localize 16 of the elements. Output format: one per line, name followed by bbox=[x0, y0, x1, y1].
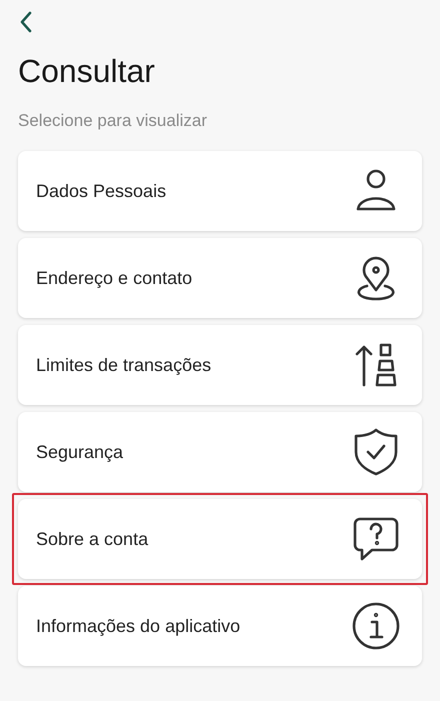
back-icon[interactable] bbox=[18, 10, 34, 34]
menu-item[interactable]: Sobre a conta bbox=[18, 499, 422, 579]
menu-item[interactable]: Endereço e contato bbox=[18, 238, 422, 318]
menu-item[interactable]: Dados Pessoais bbox=[18, 151, 422, 231]
menu-item[interactable]: Segurança bbox=[18, 412, 422, 492]
menu-item-label: Sobre a conta bbox=[36, 528, 148, 550]
menu-item-label: Segurança bbox=[36, 440, 124, 464]
info-icon bbox=[350, 600, 402, 652]
menu-item[interactable]: Limites de transações bbox=[18, 325, 422, 405]
menu-item[interactable]: Informações do aplicativo bbox=[18, 586, 422, 666]
menu-item-label: Endereço e contato bbox=[36, 266, 192, 290]
menu-item-label: Informações do aplicativo bbox=[36, 614, 240, 638]
menu-item-label: Limites de transações bbox=[36, 354, 212, 377]
menu-item-label: Dados Pessoais bbox=[36, 180, 166, 202]
page-title: Consultar bbox=[18, 52, 156, 91]
page-subtitle: Selecione para visualizar bbox=[18, 110, 208, 132]
